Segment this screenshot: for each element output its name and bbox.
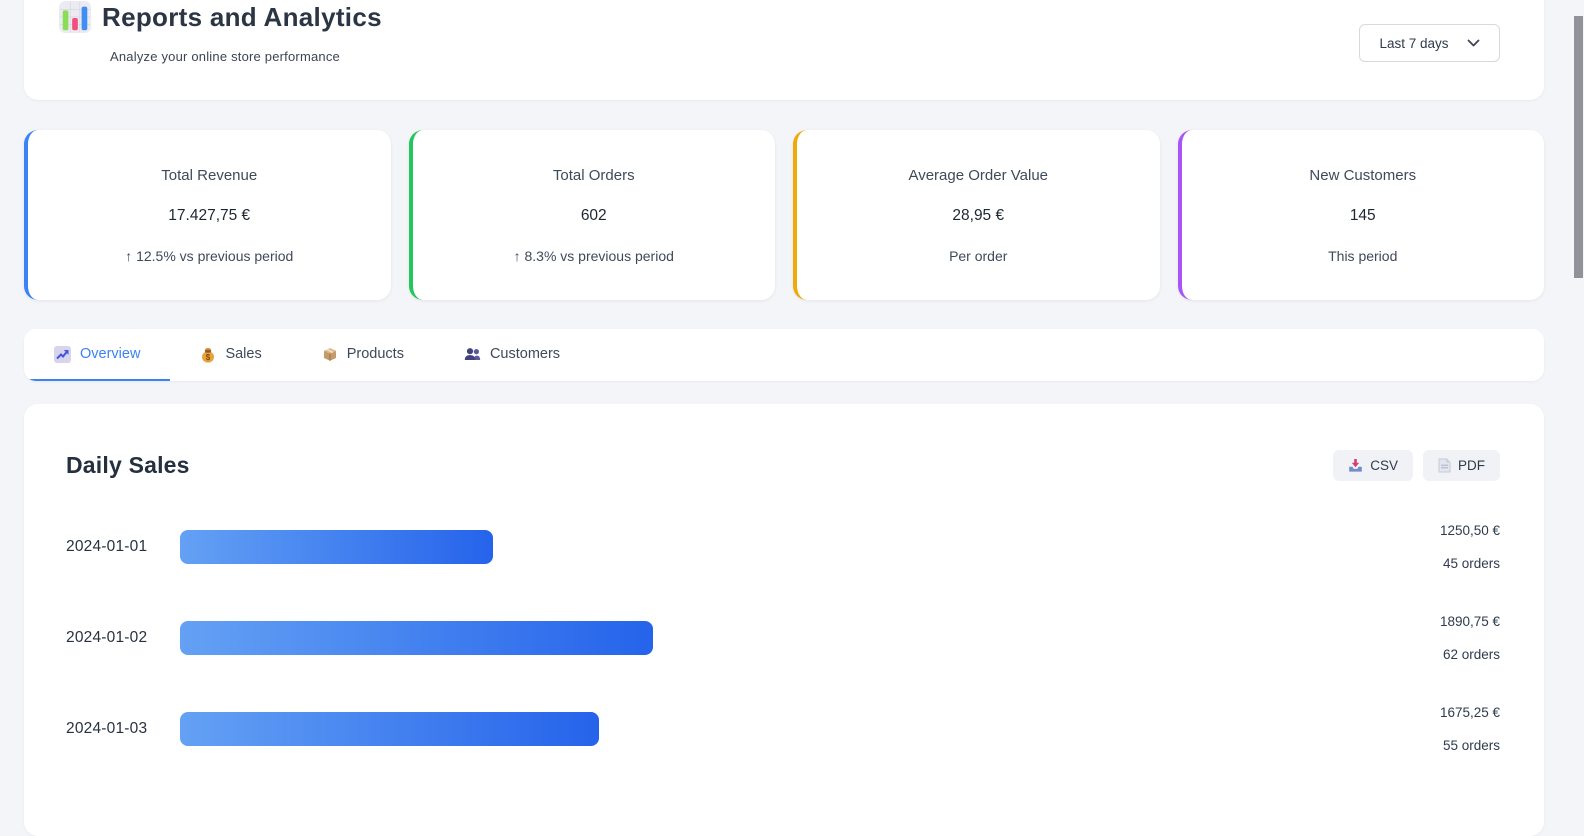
daily-sales-panel: Daily Sales CSV PDF 2024-01-01 1250,50 €… bbox=[24, 404, 1544, 836]
sales-bar-track bbox=[180, 712, 1348, 746]
sales-row-revenue: 1890,75 € bbox=[1439, 614, 1500, 629]
stat-label: New Customers bbox=[1309, 166, 1417, 184]
tab-label: Products bbox=[346, 346, 404, 362]
download-icon bbox=[1348, 458, 1363, 473]
tab-label: Overview bbox=[80, 346, 141, 362]
sales-bar-track bbox=[180, 621, 1348, 655]
stat-value: 602 bbox=[580, 206, 607, 224]
tab-bar: Overview $ Sales Products Customers bbox=[24, 329, 1544, 381]
stat-card-total-revenue: Total Revenue 17.427,75 € ↑ 12.5% vs pre… bbox=[24, 130, 391, 300]
pdf-button-label: PDF bbox=[1458, 458, 1485, 473]
tab-customers[interactable]: Customers bbox=[434, 329, 590, 381]
sales-row-orders: 45 orders bbox=[1442, 556, 1500, 571]
package-icon bbox=[322, 346, 338, 362]
stat-sub: ↑ 8.3% vs previous period bbox=[513, 247, 674, 264]
stat-sub: ↑ 12.5% vs previous period bbox=[125, 247, 294, 264]
tab-overview[interactable]: Overview bbox=[24, 329, 171, 381]
tab-label: Customers bbox=[489, 346, 561, 362]
sales-bar bbox=[180, 712, 599, 746]
period-select[interactable]: Last 7 days bbox=[1359, 24, 1500, 62]
stat-value: 17.427,75 € bbox=[168, 206, 251, 224]
sales-row-revenue: 1250,50 € bbox=[1439, 523, 1500, 538]
export-buttons: CSV PDF bbox=[1333, 450, 1500, 481]
daily-sales-chart: 2024-01-01 1250,50 € 45 orders 2024-01-0… bbox=[66, 523, 1500, 753]
header-left: Reports and Analytics Analyze your onlin… bbox=[58, 0, 382, 100]
money-bag-icon: $ bbox=[200, 346, 216, 363]
document-icon bbox=[1438, 458, 1451, 473]
page-header: Reports and Analytics Analyze your onlin… bbox=[24, 0, 1544, 100]
stat-label: Total Revenue bbox=[161, 166, 258, 184]
sales-bar-track bbox=[180, 530, 1348, 564]
csv-button-label: CSV bbox=[1370, 458, 1398, 473]
sales-row-orders: 62 orders bbox=[1442, 647, 1500, 662]
stat-sub: This period bbox=[1328, 247, 1398, 264]
pdf-export-button[interactable]: PDF bbox=[1423, 450, 1500, 481]
stat-card-new-customers: New Customers 145 This period bbox=[1177, 130, 1544, 300]
sales-row: 2024-01-03 1675,25 € 55 orders bbox=[66, 705, 1500, 753]
sales-row-date: 2024-01-03 bbox=[66, 720, 148, 737]
stat-sub: Per order bbox=[949, 247, 1008, 264]
stat-label: Average Order Value bbox=[908, 166, 1049, 184]
scrollbar-thumb[interactable] bbox=[1574, 16, 1583, 278]
tab-label: Sales bbox=[225, 346, 262, 362]
stat-value: 28,95 € bbox=[952, 206, 1005, 224]
csv-export-button[interactable]: CSV bbox=[1333, 450, 1413, 481]
people-icon bbox=[464, 347, 481, 362]
sales-row-revenue: 1675,25 € bbox=[1439, 705, 1500, 720]
scrollbar[interactable] bbox=[1572, 0, 1584, 779]
chart-increasing-icon bbox=[54, 345, 71, 363]
stat-card-average-order-value: Average Order Value 28,95 € Per order bbox=[793, 130, 1160, 300]
tab-sales[interactable]: $ Sales bbox=[170, 329, 291, 381]
sales-row: 2024-01-02 1890,75 € 62 orders bbox=[66, 614, 1500, 662]
page-title: Reports and Analytics bbox=[102, 1, 382, 32]
stat-label: Total Orders bbox=[552, 166, 635, 184]
sales-row-date: 2024-01-02 bbox=[66, 629, 148, 646]
stat-value: 145 bbox=[1349, 206, 1376, 224]
section-title: Daily Sales bbox=[66, 452, 190, 478]
sales-row-orders: 55 orders bbox=[1442, 738, 1500, 753]
period-select-value: Last 7 days bbox=[1379, 35, 1449, 51]
bar-chart-icon bbox=[58, 0, 92, 34]
page-container: Reports and Analytics Analyze your onlin… bbox=[24, 0, 1544, 836]
sales-bar bbox=[180, 530, 493, 564]
tab-products[interactable]: Products bbox=[292, 329, 434, 381]
sales-bar bbox=[180, 621, 653, 655]
chevron-down-icon bbox=[1467, 39, 1480, 47]
page-subtitle: Analyze your online store performance bbox=[110, 49, 340, 64]
sales-row: 2024-01-01 1250,50 € 45 orders bbox=[66, 523, 1500, 571]
stat-card-total-orders: Total Orders 602 ↑ 8.3% vs previous peri… bbox=[408, 130, 775, 300]
stats-row: Total Revenue 17.427,75 € ↑ 12.5% vs pre… bbox=[24, 130, 1544, 300]
svg-text:$: $ bbox=[206, 352, 211, 361]
sales-row-date: 2024-01-01 bbox=[66, 538, 148, 555]
